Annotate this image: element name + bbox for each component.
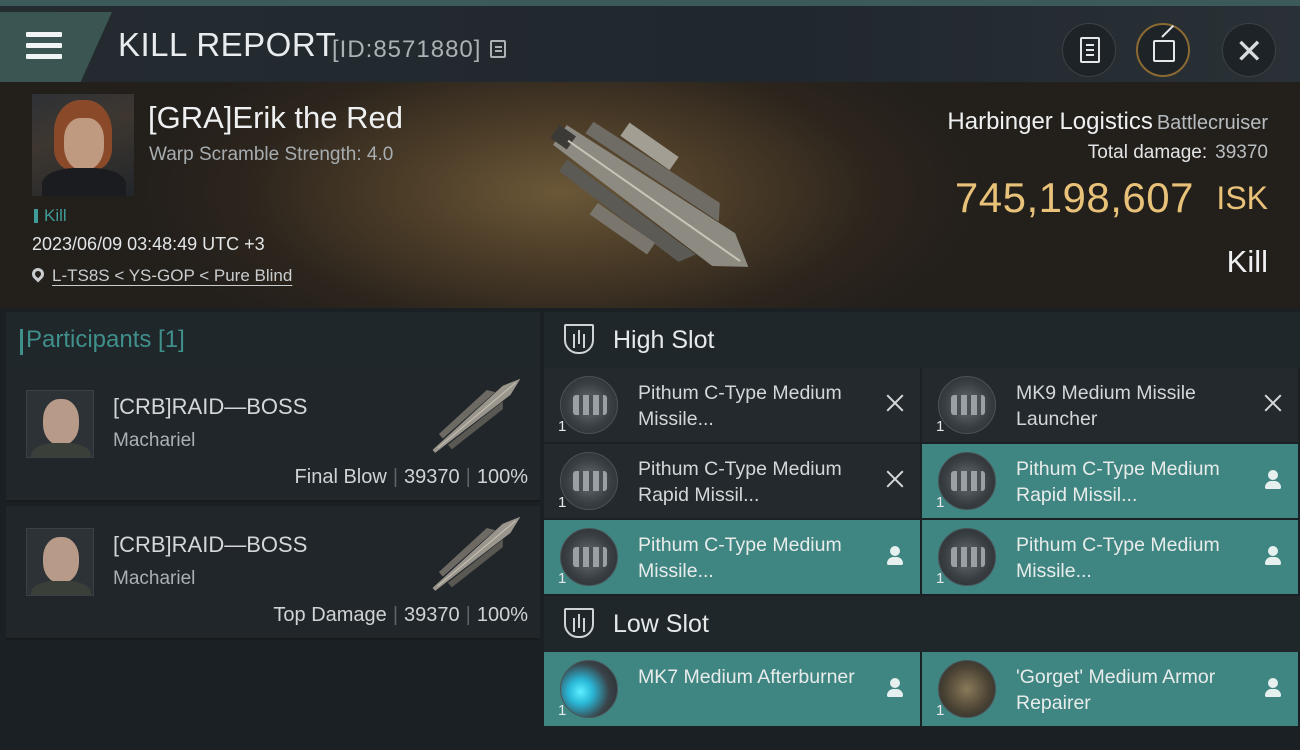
isk-unit: ISK — [1216, 180, 1268, 216]
missile-launcher-icon — [560, 528, 618, 586]
destroyed-icon — [1262, 392, 1284, 414]
dropped-person-icon — [1262, 544, 1284, 566]
participant-row[interactable]: [CRB]RAID—BOSS Machariel Top Damage | 3937… — [6, 506, 540, 640]
victim-name[interactable]: [GRA]Erik the Red — [148, 100, 403, 136]
participant-name: [CRB]RAID—BOSS — [113, 532, 308, 557]
dropped-person-icon — [1262, 676, 1284, 698]
high-slot-icon — [564, 324, 594, 354]
avatar — [26, 528, 94, 596]
high-slot-header: High Slot — [544, 312, 1300, 368]
kill-tag: Kill — [34, 206, 67, 226]
module-name: Pithum C-Type Medium Missile... — [638, 534, 842, 582]
ship-class: Battlecruiser — [1156, 112, 1268, 134]
module-name: Pithum C-Type Medium Rapid Missil... — [638, 458, 842, 506]
participants-header: Participants [1] — [6, 312, 540, 368]
missile-launcher-icon — [560, 376, 618, 434]
armor-repairer-icon — [938, 660, 996, 718]
total-damage: Total damage: 39370 — [1087, 142, 1268, 163]
participants-title: Participants [1] — [20, 326, 185, 355]
missile-launcher-icon — [938, 376, 996, 434]
participant-ship: Machariel — [113, 430, 196, 451]
low-slot-header: Low Slot — [544, 596, 1300, 652]
result-label: Kill — [1226, 244, 1268, 279]
destroyed-icon — [884, 468, 906, 490]
kill-summary-banner: [GRA]Erik the Red Warp Scramble Strength… — [0, 82, 1300, 308]
page-title: KILL REPORT — [118, 26, 337, 63]
kill-location-link[interactable]: L-TS8S < YS-GOP < Pure Blind — [29, 265, 293, 286]
menu-icon — [26, 32, 62, 60]
dropped-person-icon — [1262, 468, 1284, 490]
participant-damage: 39370 — [404, 604, 460, 626]
module-quantity: 1 — [558, 570, 567, 587]
menu-button[interactable] — [0, 12, 112, 82]
participant-damage: 39370 — [404, 466, 460, 488]
participant-percent: 100% — [476, 466, 528, 488]
top-bar: KILL REPORT [ID:8571880] ✕ — [0, 0, 1300, 82]
report-icon — [1080, 37, 1100, 63]
participant-role: Final Blow — [294, 466, 387, 488]
module-slot[interactable]: 1 Pithum C-Type Medium Missile... — [544, 520, 920, 594]
rapid-missile-launcher-icon — [938, 452, 996, 510]
rapid-missile-launcher-icon — [560, 452, 618, 510]
dropped-person-icon — [884, 676, 906, 698]
module-name: Pithum C-Type Medium Missile... — [638, 382, 842, 430]
high-slot-title: High Slot — [613, 326, 715, 354]
module-name: Pithum C-Type Medium Missile... — [1016, 534, 1220, 582]
participant-name: [CRB]RAID—BOSS — [113, 394, 308, 419]
share-icon — [1153, 40, 1175, 62]
module-slot[interactable]: 1 Pithum C-Type Medium Rapid Missil... — [922, 444, 1298, 518]
location-text: L-TS8S < YS-GOP < Pure Blind — [52, 266, 293, 285]
low-slot-title: Low Slot — [613, 610, 709, 638]
participant-stats: Top Damage | 39370 | 100% — [273, 604, 528, 626]
location-pin-icon — [29, 265, 47, 283]
kill-id: [ID:8571880] — [332, 36, 482, 63]
participant-percent: 100% — [476, 604, 528, 626]
participant-ship-image — [432, 516, 521, 591]
participant-role: Top Damage — [273, 604, 387, 626]
module-slot[interactable]: 1 Pithum C-Type Medium Rapid Missil... — [544, 444, 920, 518]
report-button[interactable] — [1062, 23, 1116, 77]
module-quantity: 1 — [936, 702, 945, 719]
victim-ship-image — [550, 121, 749, 267]
missile-launcher-icon — [938, 528, 996, 586]
module-quantity: 1 — [936, 418, 945, 435]
participant-ship: Machariel — [113, 568, 196, 589]
victim-portrait[interactable] — [32, 94, 134, 196]
isk-value: 745,198,607 — [954, 174, 1194, 221]
dropped-person-icon — [884, 544, 906, 566]
module-quantity: 1 — [936, 494, 945, 511]
close-button[interactable]: ✕ — [1222, 23, 1276, 77]
destroyed-icon — [884, 392, 906, 414]
module-slot[interactable]: 1 Pithum C-Type Medium Missile... — [922, 520, 1298, 594]
close-icon: ✕ — [1235, 32, 1264, 72]
participant-stats: Final Blow | 39370 | 100% — [294, 466, 528, 488]
participant-row[interactable]: [CRB]RAID—BOSS Machariel Final Blow | 3937… — [6, 368, 540, 502]
kill-datetime: 2023/06/09 03:48:49 UTC +3 — [32, 234, 265, 254]
fitting-panel: High Slot 1 Pithum C-Type Medium Missile… — [544, 312, 1300, 750]
share-button[interactable] — [1136, 23, 1190, 77]
module-name: MK7 Medium Afterburner — [638, 666, 855, 688]
module-slot[interactable]: 1 MK7 Medium Afterburner — [544, 652, 920, 726]
module-name: 'Gorget' Medium Armor Repairer — [1016, 666, 1216, 714]
participants-panel: Participants [1] [CRB]RAID—BOSS Macharie… — [6, 312, 540, 750]
low-slot-icon — [564, 608, 594, 638]
participant-ship-image — [432, 378, 521, 453]
module-quantity: 1 — [936, 570, 945, 587]
module-slot[interactable]: 1 Pithum C-Type Medium Missile... — [544, 368, 920, 442]
module-name: MK9 Medium Missile Launcher — [1016, 382, 1196, 430]
afterburner-icon — [560, 660, 618, 718]
copy-icon[interactable] — [490, 40, 506, 58]
module-slot[interactable]: 1 MK9 Medium Missile Launcher — [922, 368, 1298, 442]
module-quantity: 1 — [558, 702, 567, 719]
module-quantity: 1 — [558, 418, 567, 435]
module-slot[interactable]: 1 'Gorget' Medium Armor Repairer — [922, 652, 1298, 726]
avatar — [26, 390, 94, 458]
warp-scramble-strength: Warp Scramble Strength: 4.0 — [149, 144, 394, 165]
victim-ship-name[interactable]: Harbinger Logistics Battlecruiser — [947, 108, 1268, 136]
module-name: Pithum C-Type Medium Rapid Missil... — [1016, 458, 1220, 506]
module-quantity: 1 — [558, 494, 567, 511]
